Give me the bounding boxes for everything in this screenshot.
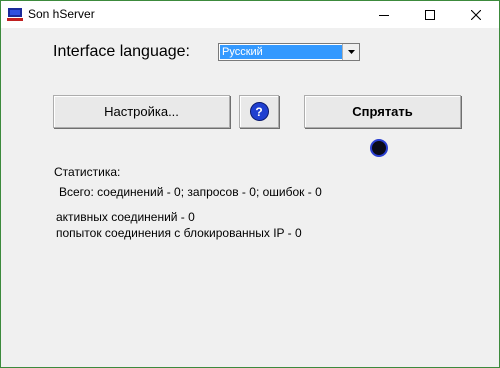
hide-button-label: Спрятать xyxy=(352,104,413,119)
help-button[interactable]: ? xyxy=(239,95,279,128)
dropdown-arrow-icon[interactable] xyxy=(342,44,359,60)
app-icon xyxy=(7,8,23,21)
stats-blocked-attempts: попыток соединения с блокированных IP - … xyxy=(56,226,302,240)
close-icon xyxy=(471,9,481,20)
minimize-button[interactable] xyxy=(361,1,407,28)
stats-totals: Всего: соединений - 0; запросов - 0; оши… xyxy=(59,185,322,199)
minimize-icon xyxy=(379,14,389,16)
stats-active-connections: активных соединений - 0 xyxy=(56,210,195,224)
client-area: Interface language: Русский Настройка...… xyxy=(1,28,499,367)
settings-button-label: Настройка... xyxy=(104,104,179,119)
status-indicator xyxy=(370,139,388,157)
maximize-icon xyxy=(425,9,435,20)
maximize-button[interactable] xyxy=(407,1,453,28)
language-label: Interface language: xyxy=(53,43,190,60)
language-select[interactable]: Русский xyxy=(218,43,360,61)
window-title: Son hServer xyxy=(28,7,95,21)
settings-button[interactable]: Настройка... xyxy=(53,95,230,128)
stats-title: Статистика: xyxy=(54,165,121,179)
close-button[interactable] xyxy=(453,1,499,28)
language-selected-value: Русский xyxy=(220,45,343,59)
app-window: Son hServer Interface language: Русский … xyxy=(0,0,500,368)
hide-button[interactable]: Спрятать xyxy=(304,95,461,128)
title-bar[interactable]: Son hServer xyxy=(1,1,499,28)
help-icon: ? xyxy=(249,102,269,121)
